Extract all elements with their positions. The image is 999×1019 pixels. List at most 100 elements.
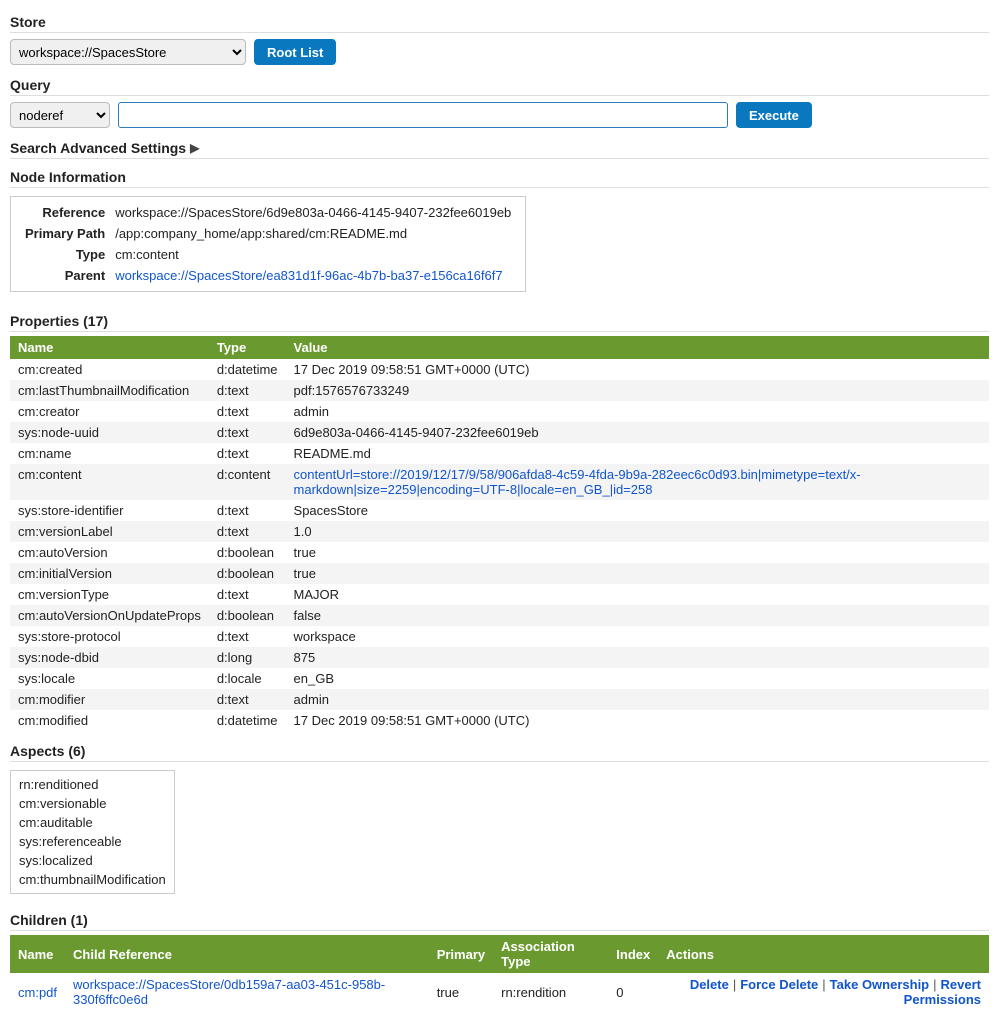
node-info-parent-label: Parent — [21, 266, 109, 285]
properties-heading: Properties (17) — [10, 313, 989, 332]
property-value: 17 Dec 2019 09:58:51 GMT+0000 (UTC) — [286, 359, 989, 380]
advanced-settings-label: Search Advanced Settings — [10, 140, 186, 156]
node-info-heading: Node Information — [10, 169, 989, 188]
query-input[interactable] — [118, 102, 728, 128]
table-row: sys:store-protocold:textworkspace — [10, 626, 989, 647]
property-type: d:datetime — [209, 359, 286, 380]
advanced-settings-toggle[interactable]: Search Advanced Settings ▶ — [10, 140, 989, 159]
table-row: cm:versionLabeld:text1.0 — [10, 521, 989, 542]
table-row: cm:modifierd:textadmin — [10, 689, 989, 710]
query-heading: Query — [10, 77, 989, 96]
node-info-type-value: cm:content — [111, 245, 515, 264]
table-row: cm:versionTyped:textMAJOR — [10, 584, 989, 605]
separator: | — [929, 977, 940, 992]
query-type-select[interactable]: noderef — [10, 102, 110, 128]
store-select[interactable]: workspace://SpacesStore — [10, 39, 246, 65]
table-row: cm:modifiedd:datetime17 Dec 2019 09:58:5… — [10, 710, 989, 731]
property-name: cm:modifier — [10, 689, 209, 710]
aspects-heading: Aspects (6) — [10, 743, 989, 762]
execute-button[interactable]: Execute — [736, 102, 812, 128]
property-type: d:text — [209, 401, 286, 422]
property-name: sys:locale — [10, 668, 209, 689]
take-ownership-action[interactable]: Take Ownership — [830, 977, 929, 992]
aspect-item: cm:auditable — [19, 813, 166, 832]
table-row: sys:node-uuidd:text6d9e803a-0466-4145-94… — [10, 422, 989, 443]
property-name: cm:versionType — [10, 584, 209, 605]
aspect-item: rn:renditioned — [19, 775, 166, 794]
property-name: cm:versionLabel — [10, 521, 209, 542]
node-info-type-label: Type — [21, 245, 109, 264]
property-value: admin — [286, 401, 989, 422]
property-value: true — [286, 542, 989, 563]
aspects-box: rn:renditionedcm:versionablecm:auditable… — [10, 770, 175, 894]
property-type: d:text — [209, 626, 286, 647]
chevron-right-icon: ▶ — [190, 141, 199, 155]
table-row: cm:named:textREADME.md — [10, 443, 989, 464]
child-index: 0 — [608, 973, 658, 1011]
table-row: sys:store-identifierd:textSpacesStore — [10, 500, 989, 521]
root-list-button[interactable]: Root List — [254, 39, 336, 65]
property-type: d:text — [209, 521, 286, 542]
property-name: cm:autoVersion — [10, 542, 209, 563]
children-col-primary: Primary — [429, 935, 493, 973]
property-value: contentUrl=store://2019/12/17/9/58/906af… — [286, 464, 989, 500]
properties-col-type: Type — [209, 336, 286, 359]
properties-col-value: Value — [286, 336, 989, 359]
property-type: d:text — [209, 689, 286, 710]
aspect-item: cm:thumbnailModification — [19, 870, 166, 889]
property-name: cm:creator — [10, 401, 209, 422]
property-name: cm:content — [10, 464, 209, 500]
table-row: cm:creatord:textadmin — [10, 401, 989, 422]
property-name: cm:lastThumbnailModification — [10, 380, 209, 401]
property-type: d:locale — [209, 668, 286, 689]
table-row: cm:initialVersiond:booleantrue — [10, 563, 989, 584]
node-info-primary-path-value: /app:company_home/app:shared/cm:README.m… — [111, 224, 515, 243]
table-row: cm:createdd:datetime17 Dec 2019 09:58:51… — [10, 359, 989, 380]
property-name: cm:name — [10, 443, 209, 464]
children-col-name: Name — [10, 935, 65, 973]
node-info-primary-path-label: Primary Path — [21, 224, 109, 243]
node-info-reference-value: workspace://SpacesStore/6d9e803a-0466-41… — [111, 203, 515, 222]
delete-action[interactable]: Delete — [690, 977, 729, 992]
table-row: sys:node-dbidd:long875 — [10, 647, 989, 668]
property-type: d:text — [209, 584, 286, 605]
store-heading: Store — [10, 14, 989, 33]
property-name: cm:created — [10, 359, 209, 380]
separator: | — [729, 977, 740, 992]
property-value: 875 — [286, 647, 989, 668]
aspect-item: sys:localized — [19, 851, 166, 870]
property-value: 6d9e803a-0466-4145-9407-232fee6019eb — [286, 422, 989, 443]
property-name: sys:node-uuid — [10, 422, 209, 443]
children-col-index: Index — [608, 935, 658, 973]
property-value: workspace — [286, 626, 989, 647]
aspect-item: cm:versionable — [19, 794, 166, 813]
table-row: cm:lastThumbnailModificationd:textpdf:15… — [10, 380, 989, 401]
property-type: d:content — [209, 464, 286, 500]
property-type: d:long — [209, 647, 286, 668]
property-value: en_GB — [286, 668, 989, 689]
child-ref-link[interactable]: workspace://SpacesStore/0db159a7-aa03-45… — [73, 977, 385, 1007]
property-value-link[interactable]: contentUrl=store://2019/12/17/9/58/906af… — [294, 467, 861, 497]
property-value: 17 Dec 2019 09:58:51 GMT+0000 (UTC) — [286, 710, 989, 731]
children-col-child-ref: Child Reference — [65, 935, 429, 973]
table-row: cm:contentd:content contentUrl=store://20… — [10, 464, 989, 500]
property-value: 1.0 — [286, 521, 989, 542]
property-type: d:boolean — [209, 542, 286, 563]
children-table: Name Child Reference Primary Association… — [10, 935, 989, 1011]
property-name: sys:store-protocol — [10, 626, 209, 647]
property-value: true — [286, 563, 989, 584]
property-name: sys:store-identifier — [10, 500, 209, 521]
aspect-item: sys:referenceable — [19, 832, 166, 851]
property-name: cm:initialVersion — [10, 563, 209, 584]
table-row: cm:autoVersiond:booleantrue — [10, 542, 989, 563]
child-name-link[interactable]: cm:pdf — [18, 985, 57, 1000]
force-delete-action[interactable]: Force Delete — [740, 977, 818, 992]
property-value: pdf:1576576733249 — [286, 380, 989, 401]
node-info-reference-label: Reference — [21, 203, 109, 222]
property-value: MAJOR — [286, 584, 989, 605]
child-actions: Delete|Force Delete|Take Ownership|Rever… — [658, 973, 989, 1011]
table-row: cm:autoVersionOnUpdatePropsd:booleanfals… — [10, 605, 989, 626]
node-info-parent-link[interactable]: workspace://SpacesStore/ea831d1f-96ac-4b… — [115, 268, 502, 283]
child-primary: true — [429, 973, 493, 1011]
property-name: cm:autoVersionOnUpdateProps — [10, 605, 209, 626]
